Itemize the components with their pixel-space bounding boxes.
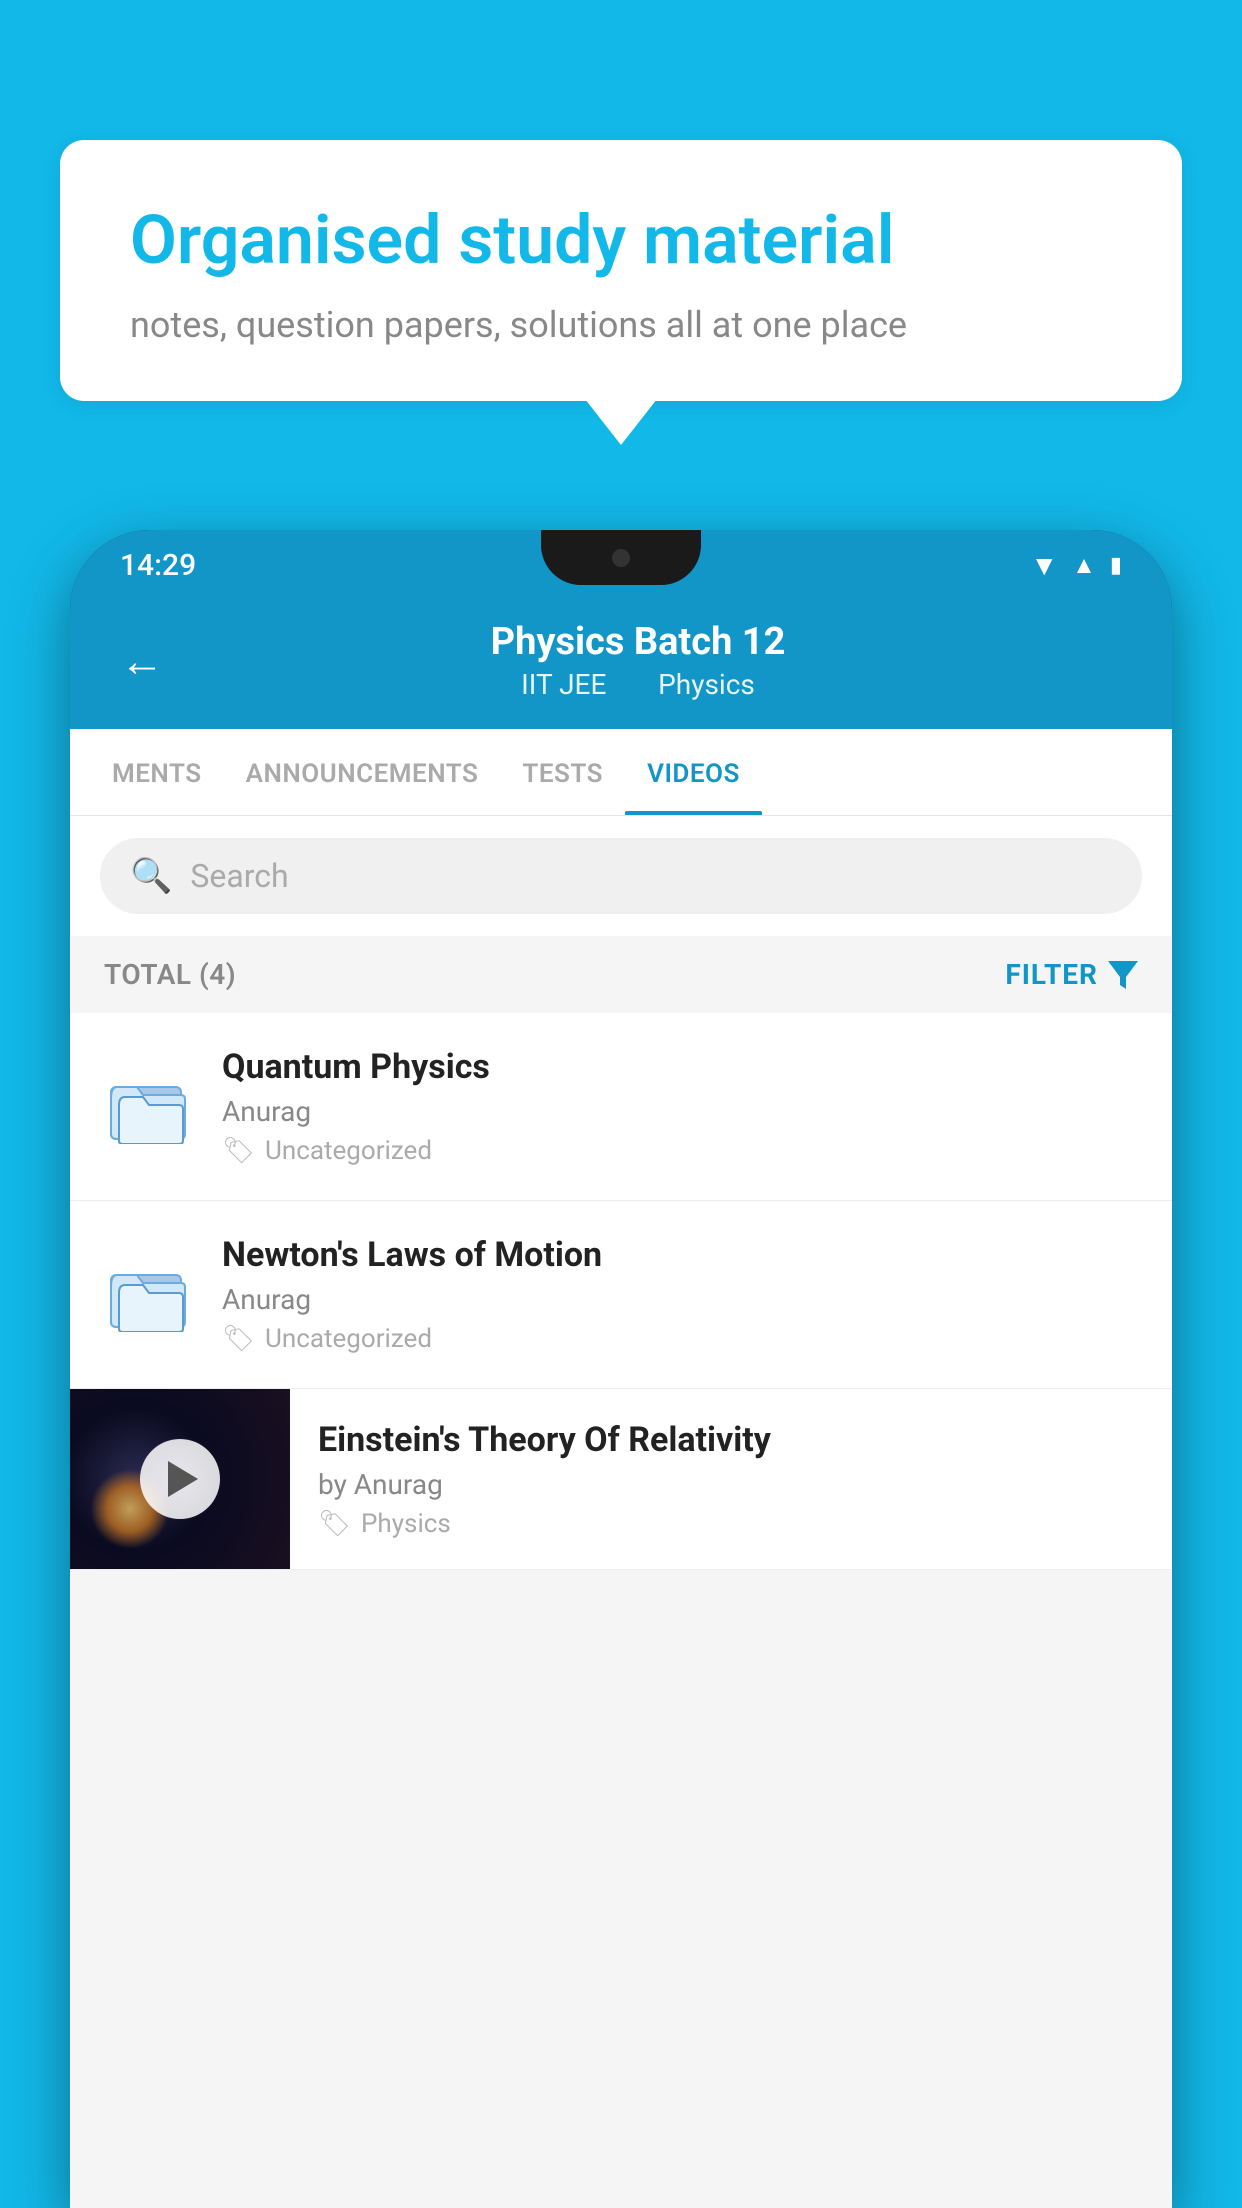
- video-info-2: Newton's Laws of Motion Anurag 🏷 Uncateg…: [222, 1235, 1138, 1354]
- video-title: Quantum Physics: [222, 1047, 1138, 1087]
- header-title-group: Physics Batch 12 IIT JEE Physics: [194, 620, 1082, 701]
- header-subtitle: IIT JEE Physics: [194, 668, 1082, 701]
- header-title: Physics Batch 12: [194, 620, 1082, 664]
- folder-icon-container: [104, 1062, 194, 1152]
- video-title-2: Newton's Laws of Motion: [222, 1235, 1138, 1275]
- filter-bar: TOTAL (4) FILTER: [70, 936, 1172, 1013]
- camera: [612, 549, 630, 567]
- video-tag: 🏷 Uncategorized: [222, 1136, 1138, 1166]
- back-button[interactable]: ←: [120, 639, 164, 683]
- tab-announcements[interactable]: ANNOUNCEMENTS: [224, 729, 501, 815]
- video-tag-2: 🏷 Uncategorized: [222, 1324, 1138, 1354]
- video-list: Quantum Physics Anurag 🏷 Uncategorized: [70, 1013, 1172, 1570]
- list-item-thumb[interactable]: Einstein's Theory Of Relativity by Anura…: [70, 1389, 1172, 1570]
- tag-icon-2: 🏷: [222, 1324, 255, 1354]
- folder-icon-2: [109, 1257, 189, 1332]
- video-info-3: Einstein's Theory Of Relativity by Anura…: [318, 1392, 1138, 1567]
- subtitle-left: IIT JEE: [521, 668, 606, 701]
- play-button[interactable]: [140, 1439, 220, 1519]
- video-tag-3: 🏷 Physics: [318, 1509, 1138, 1539]
- tag-text: Uncategorized: [265, 1136, 432, 1166]
- video-author: Anurag: [222, 1095, 1138, 1128]
- signal-icon: ▲: [1072, 551, 1096, 580]
- phone-frame: 14:29 ▼ ▲ ▮ ← Physics Batch 12: [70, 530, 1172, 2208]
- tag-text-3: Physics: [361, 1509, 451, 1539]
- search-placeholder: Search: [190, 857, 288, 895]
- tag-text-2: Uncategorized: [265, 1324, 432, 1354]
- speech-bubble-container: Organised study material notes, question…: [60, 140, 1182, 401]
- battery-icon: ▮: [1110, 553, 1122, 578]
- tab-videos[interactable]: VIDEOS: [625, 729, 762, 815]
- subtitle-right: Physics: [658, 668, 755, 701]
- total-count: TOTAL (4): [104, 958, 236, 991]
- screen-content: 🔍 Search TOTAL (4) FILTER: [70, 816, 1172, 2208]
- speech-bubble-title: Organised study material: [130, 200, 1112, 282]
- folder-icon-container-2: [104, 1250, 194, 1340]
- video-author-2: Anurag: [222, 1283, 1138, 1316]
- phone-inner: 14:29 ▼ ▲ ▮ ← Physics Batch 12: [70, 530, 1172, 2208]
- tabs-bar: MENTS ANNOUNCEMENTS TESTS VIDEOS: [70, 729, 1172, 816]
- list-item[interactable]: Newton's Laws of Motion Anurag 🏷 Uncateg…: [70, 1201, 1172, 1389]
- filter-button[interactable]: FILTER: [1005, 958, 1138, 991]
- video-thumbnail: [70, 1389, 290, 1569]
- status-icons: ▼ ▲ ▮: [1030, 549, 1122, 582]
- tab-tests[interactable]: TESTS: [500, 729, 625, 815]
- status-bar: 14:29 ▼ ▲ ▮: [70, 530, 1172, 600]
- play-icon: [168, 1461, 198, 1497]
- status-time: 14:29: [120, 548, 196, 583]
- filter-label: FILTER: [1005, 958, 1098, 991]
- notch: [541, 530, 701, 585]
- wifi-icon: ▼: [1030, 549, 1058, 582]
- app-header: ← Physics Batch 12 IIT JEE Physics: [70, 600, 1172, 729]
- video-title-3: Einstein's Theory Of Relativity: [318, 1420, 1138, 1460]
- folder-icon: [109, 1069, 189, 1144]
- speech-bubble-subtitle: notes, question papers, solutions all at…: [130, 304, 1112, 346]
- search-container: 🔍 Search: [70, 816, 1172, 936]
- search-input-wrapper[interactable]: 🔍 Search: [100, 838, 1142, 914]
- background: Organised study material notes, question…: [0, 0, 1242, 2208]
- speech-bubble: Organised study material notes, question…: [60, 140, 1182, 401]
- tab-ments[interactable]: MENTS: [90, 729, 224, 815]
- list-item[interactable]: Quantum Physics Anurag 🏷 Uncategorized: [70, 1013, 1172, 1201]
- tag-icon-3: 🏷: [318, 1509, 351, 1539]
- search-icon: 🔍: [130, 856, 172, 896]
- video-info: Quantum Physics Anurag 🏷 Uncategorized: [222, 1047, 1138, 1166]
- filter-icon: [1108, 961, 1138, 989]
- video-author-3: by Anurag: [318, 1468, 1138, 1501]
- tag-icon: 🏷: [222, 1136, 255, 1166]
